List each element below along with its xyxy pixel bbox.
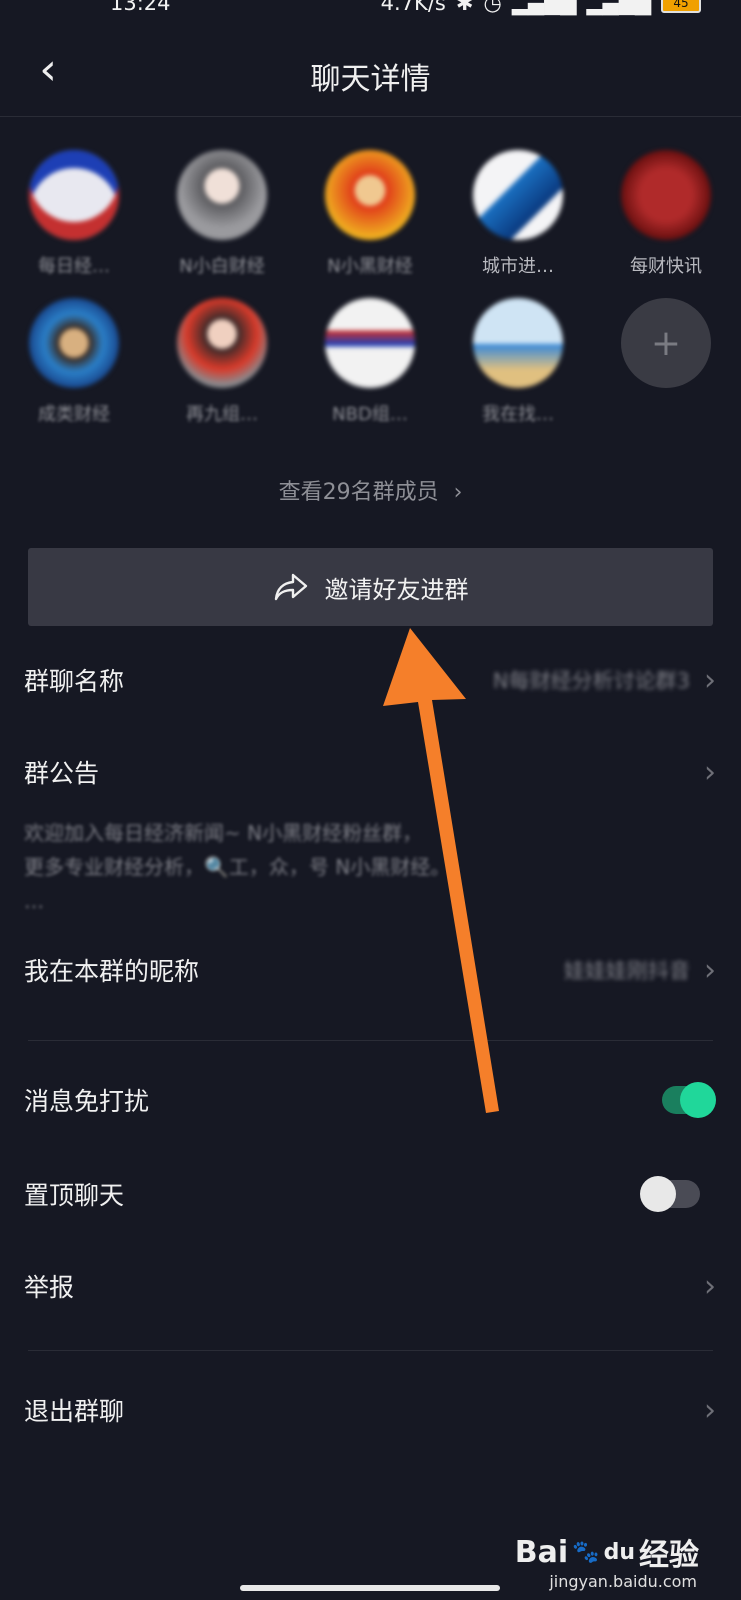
group-name-value-wrap: N每财经分析讨论群3 › (493, 663, 716, 698)
watermark-du: du (603, 1539, 635, 1565)
add-icon[interactable]: + (621, 298, 711, 388)
divider (28, 1350, 713, 1351)
member-name: NBD组… (332, 404, 408, 425)
member-item[interactable]: 成类财经 (24, 298, 124, 426)
avatar (177, 150, 267, 240)
chevron-right-icon: › (704, 662, 716, 698)
member-item[interactable]: N小白财经 (172, 150, 272, 278)
share-arrow-icon (274, 573, 307, 601)
member-name: 每财快讯 (630, 256, 702, 277)
notice-line: 欢迎加入每日经济新闻~ N小黑财经粉丝群， (24, 821, 423, 845)
chevron-right-icon: › (704, 952, 716, 988)
avatar (473, 150, 563, 240)
group-name-value: N每财经分析讨论群3 (492, 669, 690, 693)
chevron-right-icon: › (704, 1268, 716, 1304)
page-title: 聊天详情 (310, 62, 431, 97)
nav-bar: ‹ 聊天详情 (0, 30, 741, 117)
view-all-members-link[interactable]: 查看29名群成员 › (0, 474, 741, 506)
nickname-row[interactable]: 我在本群的昵称 娃娃娃刚抖音 › (24, 952, 716, 988)
paw-icon: 🐾 (572, 1539, 600, 1565)
nickname-label: 我在本群的昵称 (24, 957, 200, 986)
invite-label: 邀请好友进群 (324, 575, 469, 604)
watermark-brand: Bai (514, 1534, 569, 1570)
bluetooth-icon: ✱ (455, 0, 474, 15)
toggle-knob (680, 1082, 716, 1118)
notice-line: … (24, 889, 44, 913)
battery-icon: 45 (661, 0, 701, 13)
member-name: 每日经… (38, 256, 110, 277)
member-item[interactable]: 再九组… (172, 298, 272, 426)
report-label: 举报 (24, 1273, 75, 1302)
divider (28, 1040, 713, 1041)
group-notice-text: 欢迎加入每日经济新闻~ N小黑财经粉丝群， 更多专业财经分析，🔍工，众，号 N小… (24, 816, 450, 918)
watermark-cn: 经验 (639, 1538, 699, 1573)
pin-row: 置顶聊天 (24, 1176, 716, 1212)
status-time: 13:24 (110, 0, 171, 15)
member-name: N小白财经 (179, 256, 265, 277)
member-name: 我在找… (482, 404, 554, 425)
toggle-knob (640, 1176, 676, 1212)
member-name: N小黑财经 (327, 256, 413, 277)
report-row[interactable]: 举报 › (24, 1268, 716, 1304)
member-item[interactable]: 我在找… (468, 298, 568, 426)
notice-line: 更多专业财经分析，🔍工，众，号 N小黑财经。 (24, 855, 451, 879)
view-members-label: 查看29名群成员 (278, 480, 439, 505)
member-name: 成类财经 (38, 404, 110, 425)
pin-toggle[interactable] (640, 1176, 700, 1212)
watermark-url: jingyan.baidu.com (549, 1572, 697, 1591)
alarm-icon: ◷ (483, 0, 502, 15)
member-name: 再九组… (186, 404, 258, 425)
member-item[interactable]: 每财快讯 (616, 150, 716, 278)
avatar (325, 298, 415, 388)
group-name-row[interactable]: 群聊名称 N每财经分析讨论群3 › (24, 662, 716, 698)
group-notice-row[interactable]: 群公告 › (24, 754, 716, 790)
home-indicator[interactable] (240, 1585, 500, 1591)
status-icons: 4.7K/s ✱ ◷ ▂▄▆█ ▂▄▆█ 45 (381, 0, 701, 15)
baidu-jingyan-logo: Bai 🐾 du 经验 (515, 1530, 699, 1574)
network-speed: 4.7K/s (380, 0, 446, 15)
member-name: 城市进… (482, 256, 554, 277)
member-item[interactable]: 城市进… (468, 150, 568, 278)
group-name-label: 群聊名称 (24, 667, 125, 696)
avatar (29, 150, 119, 240)
quit-group-row[interactable]: 退出群聊 › (24, 1392, 716, 1428)
pin-label: 置顶聊天 (24, 1181, 125, 1210)
member-item[interactable]: 每日经… (24, 150, 124, 278)
avatar (29, 298, 119, 388)
signal-icon: ▂▄▆█ (511, 0, 577, 15)
signal-icon-2: ▂▄▆█ (586, 0, 651, 15)
avatar (621, 150, 711, 240)
group-notice-label: 群公告 (24, 759, 100, 788)
mute-row: 消息免打扰 (24, 1082, 716, 1118)
avatar (325, 150, 415, 240)
member-item[interactable]: NBD组… (320, 298, 420, 426)
member-grid: 每日经… N小白财经 N小黑财经 城市进… 每财快讯 成类财经 再九组… NBD… (24, 150, 724, 426)
quit-group-label: 退出群聊 (24, 1397, 125, 1426)
nickname-value-wrap: 娃娃娃刚抖音 › (564, 953, 716, 988)
chevron-right-icon: › (453, 480, 463, 505)
add-member[interactable]: + (616, 298, 716, 426)
member-item[interactable]: N小黑财经 (320, 150, 420, 278)
avatar (473, 298, 563, 388)
mute-toggle[interactable] (662, 1082, 716, 1118)
invite-friends-button[interactable]: 邀请好友进群 (28, 548, 713, 626)
mute-label: 消息免打扰 (24, 1087, 150, 1116)
status-bar: 13:24 4.7K/s ✱ ◷ ▂▄▆█ ▂▄▆█ 45 (0, 0, 741, 16)
nickname-value: 娃娃娃刚抖音 (564, 959, 690, 983)
chevron-right-icon: › (704, 1392, 716, 1428)
chevron-right-icon: › (704, 754, 716, 790)
avatar (177, 298, 267, 388)
